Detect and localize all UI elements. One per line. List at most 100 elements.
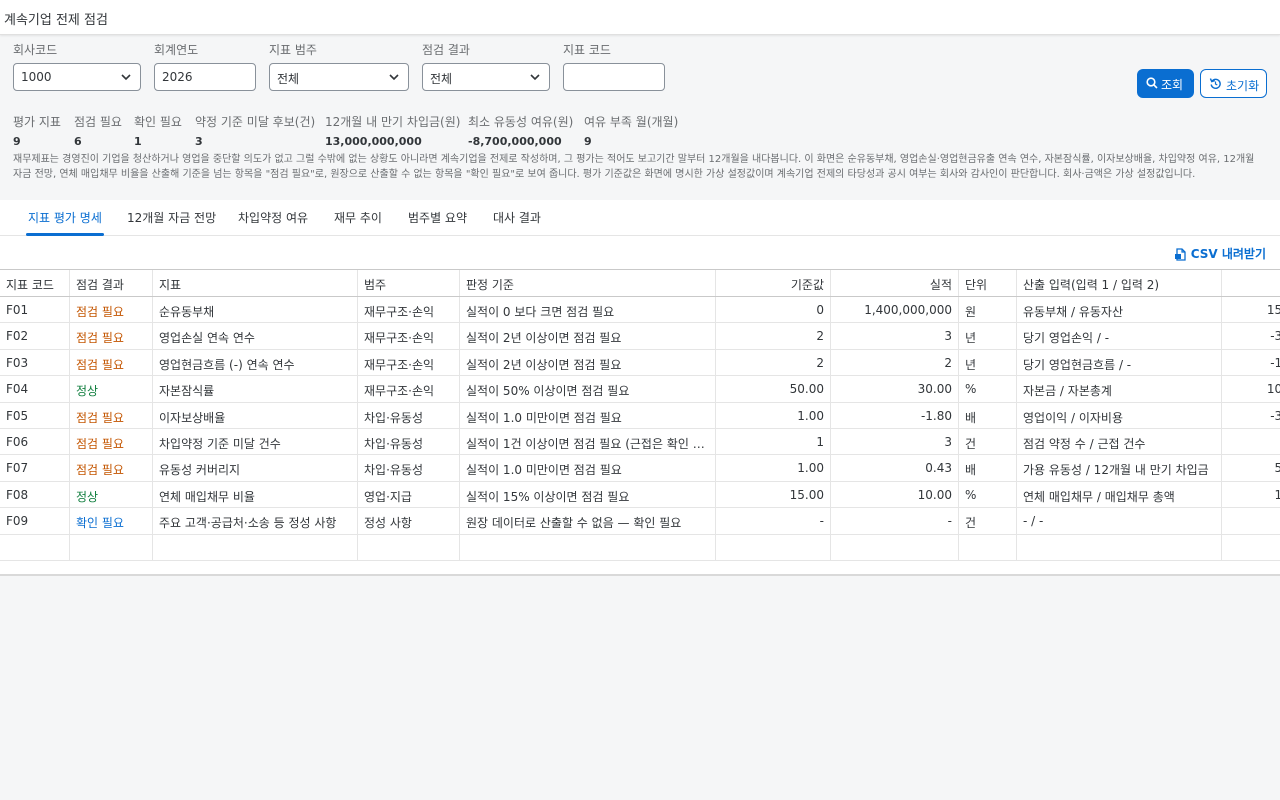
table-row[interactable]: F06 점검 필요 차입약정 기준 미달 건수 차입·유동성 실적이 1건 이상이면 점…	[0, 428, 1280, 456]
table-row[interactable]: F04 정상 자본잠식률 재무구조·손익 실적이 50% 이상이면 점검 필요 50.00…	[0, 376, 1280, 403]
criteria-cell: 실적이 50% 이상이면 점검 필요	[460, 376, 716, 402]
column-header[interactable]	[1222, 270, 1280, 296]
description-text: 재무제표는 경영진이 기업을 청산하거나 영업을 중단할 의도가 없고 그럴 수…	[13, 154, 1255, 180]
actual-cell: -1.80	[831, 402, 959, 428]
column-header[interactable]: 기준값	[716, 270, 831, 296]
unit-cell: 건	[959, 428, 1017, 455]
fiscal-year-input[interactable]: 2026	[154, 63, 256, 91]
table-row[interactable]: F01 점검 필요 순유동부채 재무구조·손익 실적이 0 보다 크면 점검 필요 0 1,…	[0, 297, 1280, 324]
search-button-label: 조회	[1161, 78, 1184, 92]
category-cell: 재무구조·손익	[358, 349, 460, 376]
indicator-code-cell: F08	[0, 481, 70, 508]
indicator-name-cell: 연체 매입채무 비율	[153, 481, 358, 508]
empty-cell	[153, 534, 358, 560]
column-header[interactable]: 지표	[153, 270, 358, 296]
kpi-label: 점검 필요	[74, 115, 122, 129]
category-cell: 정성 사항	[358, 508, 460, 534]
table-row[interactable]: F08 정상 연체 매입채무 비율 영업·지급 실적이 15% 이상이면 점검 필요 15…	[0, 481, 1280, 509]
tab-reconciliation[interactable]: 대사 결과	[493, 209, 541, 226]
app-header: 계속기업 전제 점검	[0, 0, 1280, 35]
actual-cell: 2	[831, 349, 959, 376]
threshold-cell: 1	[716, 428, 831, 455]
indicator-code-label: 지표 코드	[563, 43, 611, 57]
column-header[interactable]: 단위	[959, 270, 1017, 296]
tab-covenant-headroom[interactable]: 차입약정 여유	[238, 209, 308, 226]
column-header[interactable]: 산출 입력(입력 1 / 입력 2)	[1017, 270, 1222, 296]
search-icon	[1146, 77, 1158, 89]
indicator-code-cell: F07	[0, 455, 70, 481]
category-cell: 영업·지급	[358, 481, 460, 508]
column-header[interactable]: 실적	[831, 270, 959, 296]
category-cell: 재무구조·손익	[358, 323, 460, 349]
kpi-covenant-breach: 약정 기준 미달 후보(건) 3	[195, 113, 315, 148]
tab-financial-trend[interactable]: 재무 추이	[334, 209, 382, 226]
indicator-code-cell: F04	[0, 376, 70, 402]
input-value-cell: 15,	[1266, 303, 1280, 317]
empty-cell	[1017, 534, 1222, 560]
content-panel: CSV 내려받기 지표 코드 점검 결과 지표 범주 판정 기준 기준값 실적 …	[0, 236, 1280, 576]
inputs-cell: 유동부채 / 유동자산	[1017, 297, 1222, 323]
input-value-cell	[1222, 508, 1280, 533]
category-label: 지표 범주	[269, 43, 317, 57]
inputs-cell: 영업이익 / 이자비용	[1017, 402, 1222, 428]
indicator-table: 지표 코드 점검 결과 지표 범주 판정 기준 기준값 실적 단위 산출 입력(…	[0, 269, 1280, 561]
threshold-cell: 50.00	[716, 376, 831, 402]
empty-cell	[460, 534, 716, 560]
input-value-cell: -3,	[1270, 408, 1280, 423]
indicator-name-cell: 이자보상배율	[153, 402, 358, 428]
criteria-cell: 원장 데이터로 산출할 수 없음 — 확인 필요	[460, 508, 716, 534]
file-download-icon	[1174, 248, 1186, 261]
kpi-value: 3	[195, 135, 203, 148]
kpi-shortfall-months: 여유 부족 월(개월) 9	[584, 113, 678, 148]
table-row[interactable]: F09 확인 필요 주요 고객·공급처·소송 등 정성 사항 정성 사항 원장 데이터로…	[0, 508, 1280, 535]
csv-download-button[interactable]: CSV 내려받기	[1174, 245, 1266, 262]
threshold-cell: 2	[716, 323, 831, 349]
actual-cell: 3	[831, 428, 959, 455]
table-row[interactable]: F02 점검 필요 영업손실 연속 연수 재무구조·손익 실적이 2년 이상이면 점검 …	[0, 323, 1280, 350]
result-cell: 점검 필요	[70, 428, 153, 455]
indicator-name-cell: 영업손실 연속 연수	[153, 323, 358, 349]
inputs-cell: 점검 약정 수 / 근접 건수	[1017, 428, 1222, 455]
search-button[interactable]: 조회	[1137, 69, 1194, 98]
actual-cell: 0.43	[831, 455, 959, 481]
actual-cell: 10.00	[831, 481, 959, 508]
indicator-name-cell: 자본잠식률	[153, 376, 358, 402]
threshold-cell: 15.00	[716, 481, 831, 508]
indicator-code-input[interactable]	[563, 63, 665, 91]
column-header[interactable]: 점검 결과	[70, 270, 153, 296]
empty-cell	[358, 534, 460, 560]
tab-indicator-details[interactable]: 지표 평가 명세	[28, 209, 102, 226]
reset-icon	[1209, 78, 1221, 90]
reset-button[interactable]: 초기화	[1200, 69, 1267, 98]
table-row[interactable]: F07 점검 필요 유동성 커버리지 차입·유동성 실적이 1.0 미만이면 점검 필요…	[0, 455, 1280, 482]
empty-cell	[831, 534, 959, 560]
tab-cash-forecast[interactable]: 12개월 자금 전망	[127, 209, 216, 226]
input-value-cell: 1,	[1222, 482, 1280, 507]
indicator-name-cell: 주요 고객·공급처·소송 등 정성 사항	[153, 508, 358, 534]
result-cell: 정상	[70, 376, 153, 402]
criteria-cell: 실적이 1.0 미만이면 점검 필요	[460, 455, 716, 481]
company-select[interactable]: 1000	[13, 63, 141, 91]
table-row[interactable]: F05 점검 필요 이자보상배율 차입·유동성 실적이 1.0 미만이면 점검 필요 1.…	[0, 402, 1280, 429]
threshold-cell: 0	[716, 297, 831, 323]
kpi-label: 확인 필요	[134, 115, 182, 129]
table-row[interactable]: F03 점검 필요 영업현금흐름 (-) 연속 연수 재무구조·손익 실적이 2년 이상…	[0, 349, 1280, 377]
inputs-cell: 당기 영업손익 / -	[1017, 323, 1222, 349]
indicator-name-cell: 유동성 커버리지	[153, 455, 358, 481]
input-value-cell: 5,	[1222, 455, 1280, 480]
column-header[interactable]: 지표 코드	[0, 270, 70, 296]
unit-cell: 원	[959, 297, 1017, 323]
empty-cell	[1222, 535, 1280, 560]
column-header[interactable]: 범주	[358, 270, 460, 296]
category-cell: 재무구조·손익	[358, 297, 460, 323]
column-header[interactable]: 판정 기준	[460, 270, 716, 296]
input-value-cell: 10,	[1266, 382, 1280, 397]
tab-category-summary[interactable]: 범주별 요약	[408, 209, 467, 226]
unit-cell: 배	[959, 402, 1017, 428]
inputs-cell: 자본금 / 자본총계	[1017, 376, 1222, 402]
fiscal-year-label: 회계연도	[154, 43, 199, 57]
unit-cell: 년	[959, 323, 1017, 349]
criteria-cell: 실적이 15% 이상이면 점검 필요	[460, 481, 716, 508]
result-select[interactable]: 전체	[422, 63, 550, 91]
category-select[interactable]: 전체	[269, 63, 409, 91]
